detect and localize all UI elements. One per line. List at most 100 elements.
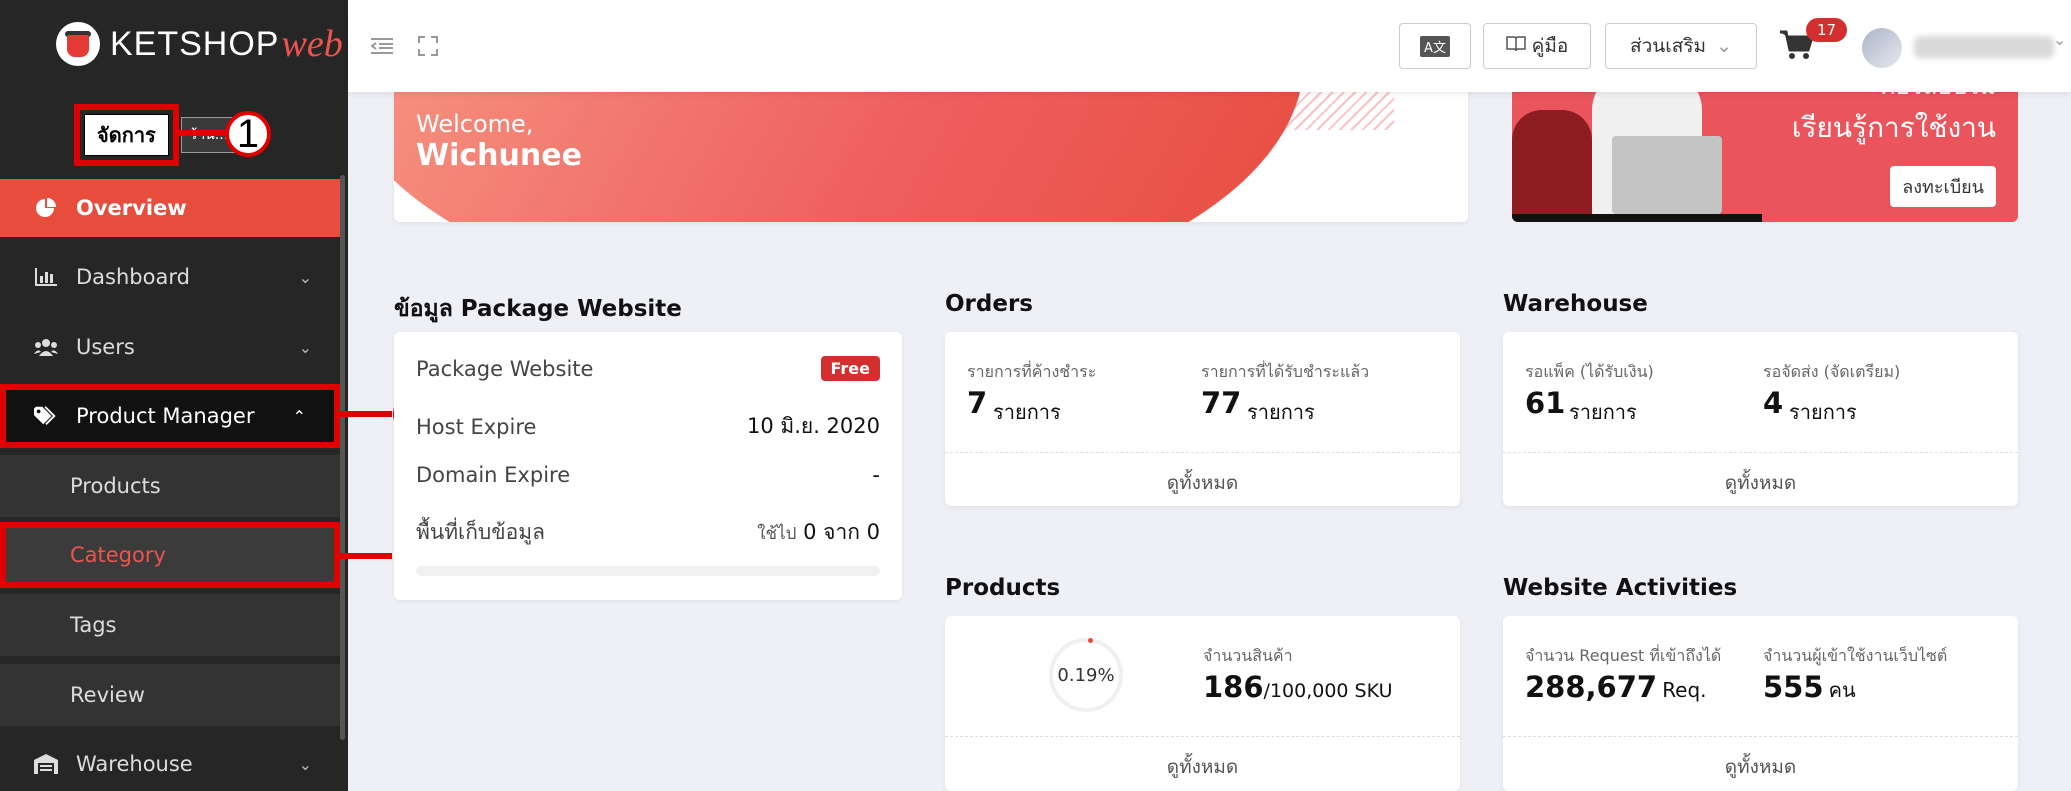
visitors-unit: คน	[1828, 678, 1856, 702]
chevron-up-icon: ⌃	[292, 406, 306, 426]
unit-label: รายการ	[1247, 400, 1315, 424]
activities-card: จำนวน Request ที่เข้าถึงได้ 288,677 Req.…	[1503, 616, 2018, 791]
awaiting-ship-value: 4	[1763, 386, 1784, 420]
sidebar-subitem-tags[interactable]: Tags	[0, 594, 340, 656]
sidebar-item-label: Warehouse	[76, 752, 193, 776]
welcome-banner: Welcome, Wichunee	[394, 70, 1468, 222]
sidebar-subitem-category[interactable]: Category	[0, 522, 340, 588]
products-view-all-link[interactable]: ดูทั้งหมด	[945, 752, 1460, 782]
manual-button[interactable]: คู่มือ	[1483, 23, 1591, 69]
sidebar-item-dashboard[interactable]: Dashboard ⌄	[0, 248, 340, 306]
pending-payment-label: รายการที่ค้างชำระ	[967, 362, 1097, 381]
pie-chart-icon	[34, 198, 58, 218]
top-bar: A文 คู่มือ ส่วนเสริม ⌄ 17 ⌄	[348, 0, 2071, 92]
product-count-label: จำนวนสินค้า	[1203, 646, 1293, 665]
bar-chart-icon	[34, 267, 58, 287]
domain-expire-row: Domain Expire -	[416, 463, 880, 487]
sidebar-item-users[interactable]: Users ⌄	[0, 318, 340, 376]
products-card: 0.19% จำนวนสินค้า 186/100,000 SKU ดูทั้ง…	[945, 616, 1460, 791]
chevron-down-icon: ⌄	[298, 754, 312, 774]
course-title: เรียนรู้การใช้งาน	[1791, 111, 1996, 144]
storage-label: พื้นที่เก็บข้อมูล	[416, 520, 545, 544]
domain-expire-label: Domain Expire	[416, 463, 571, 487]
training-course-banner[interactable]: คอร์สอบรม เรียนรู้การใช้งาน ลงทะเบียน	[1512, 70, 2018, 222]
package-section-title: ข้อมูล Package Website	[394, 296, 682, 322]
warehouse-card: รอแพ็ค (ได้รับเงิน) 61 รายการ รอจัดส่ง (…	[1503, 332, 2018, 506]
username-redacted[interactable]	[1914, 36, 2054, 58]
callout-step-1: 1	[225, 111, 271, 157]
divider	[1503, 736, 2018, 737]
unit-label: รายการ	[1569, 400, 1637, 424]
fullscreen-icon[interactable]	[416, 34, 440, 58]
sidebar-subitem-label: Category	[70, 543, 166, 567]
chevron-down-icon: ⌄	[298, 337, 312, 357]
paid-value: 77	[1201, 386, 1242, 420]
product-count-value: 186	[1203, 670, 1264, 704]
plan-badge: Free	[820, 356, 880, 381]
domain-expire-value: -	[872, 463, 880, 487]
warehouse-view-all-link[interactable]: ดูทั้งหมด	[1503, 468, 2018, 498]
unit-label: รายการ	[993, 400, 1061, 424]
sidebar-subitem-products[interactable]: Products	[0, 455, 340, 517]
sidebar-scrollbar[interactable]	[340, 175, 345, 740]
package-plan-row: Package Website Free	[416, 356, 880, 381]
avatar[interactable]	[1862, 28, 1902, 68]
requests-unit: Req.	[1662, 678, 1707, 702]
register-button[interactable]: ลงทะเบียน	[1890, 166, 1996, 207]
tags-icon	[34, 406, 58, 426]
visitors-stat: 555 คน	[1763, 670, 1856, 706]
collapse-menu-icon[interactable]	[370, 34, 394, 58]
unit-label: รายการ	[1789, 400, 1857, 424]
package-plan-label: Package Website	[416, 356, 594, 381]
illustration-person	[1512, 110, 1592, 220]
laptop-illustration	[1612, 136, 1722, 214]
warehouse-icon	[34, 754, 58, 774]
pending-payment-value: 7	[967, 386, 988, 420]
sidebar-item-product-manager[interactable]: Product Manager ⌃	[0, 384, 340, 448]
brand-suffix: web	[281, 23, 343, 65]
translate-icon: A文	[1420, 35, 1450, 57]
visitors-label: จำนวนผู้เข้าใช้งานเว็บไซต์	[1763, 646, 1948, 665]
warehouse-section-title: Warehouse	[1503, 291, 1648, 317]
orders-section-title: Orders	[945, 291, 1033, 317]
requests-label: จำนวน Request ที่เข้าถึงได้	[1525, 646, 1722, 665]
sidebar-subitem-review[interactable]: Review	[0, 664, 340, 726]
divider	[1503, 452, 2018, 453]
orders-card: รายการที่ค้างชำระ 7 รายการ รายการที่ได้ร…	[945, 332, 1460, 506]
storage-value: 0 จาก 0	[803, 520, 880, 544]
book-icon	[1505, 35, 1526, 57]
package-card: Package Website Free Host Expire 10 มิ.ย…	[394, 332, 902, 600]
activities-section-title: Website Activities	[1503, 575, 1738, 601]
sidebar-subitem-label: Products	[70, 474, 161, 498]
products-usage-ring: 0.19%	[1049, 638, 1123, 712]
sidebar-item-label: Product Manager	[76, 404, 255, 428]
sidebar-item-label: Users	[76, 335, 135, 359]
callout-connector	[340, 411, 392, 417]
sidebar-item-warehouse[interactable]: Warehouse ⌄	[0, 735, 340, 791]
manage-highlight: จัดการ	[74, 104, 179, 166]
divider	[945, 452, 1460, 453]
storage-row: พื้นที่เก็บข้อมูล ใช้ไป 0 จาก 0	[416, 516, 880, 549]
brand-logo[interactable]: KETSHOP web	[56, 22, 343, 66]
manual-label: คู่มือ	[1531, 35, 1569, 57]
product-count: 186/100,000 SKU	[1203, 670, 1392, 704]
addons-dropdown[interactable]: ส่วนเสริม ⌄	[1605, 23, 1757, 69]
chevron-down-icon[interactable]: ⌄	[2053, 30, 2066, 49]
host-expire-value: 10 มิ.ย. 2020	[746, 414, 880, 438]
awaiting-pack-label: รอแพ็ค (ได้รับเงิน)	[1525, 362, 1654, 381]
chevron-down-icon: ⌄	[1716, 35, 1732, 57]
sidebar-subitem-label: Review	[70, 683, 145, 707]
translate-button[interactable]: A文	[1399, 23, 1471, 69]
manage-button[interactable]: จัดการ	[84, 114, 169, 156]
chevron-down-icon: ⌄	[298, 267, 312, 287]
orders-view-all-link[interactable]: ดูทั้งหมด	[945, 468, 1460, 498]
sidebar-item-overview[interactable]: Overview	[0, 179, 340, 237]
logo-icon	[56, 22, 100, 66]
sidebar: KETSHOP web จัดการ ร้าน... Overview Dash…	[0, 0, 348, 791]
products-usage-percent: 0.19%	[1057, 664, 1115, 686]
divider	[945, 736, 1460, 737]
storage-progress-bar	[416, 566, 880, 576]
host-expire-label: Host Expire	[416, 414, 537, 439]
activities-view-all-link[interactable]: ดูทั้งหมด	[1503, 752, 2018, 782]
requests-value: 288,677	[1525, 670, 1658, 704]
